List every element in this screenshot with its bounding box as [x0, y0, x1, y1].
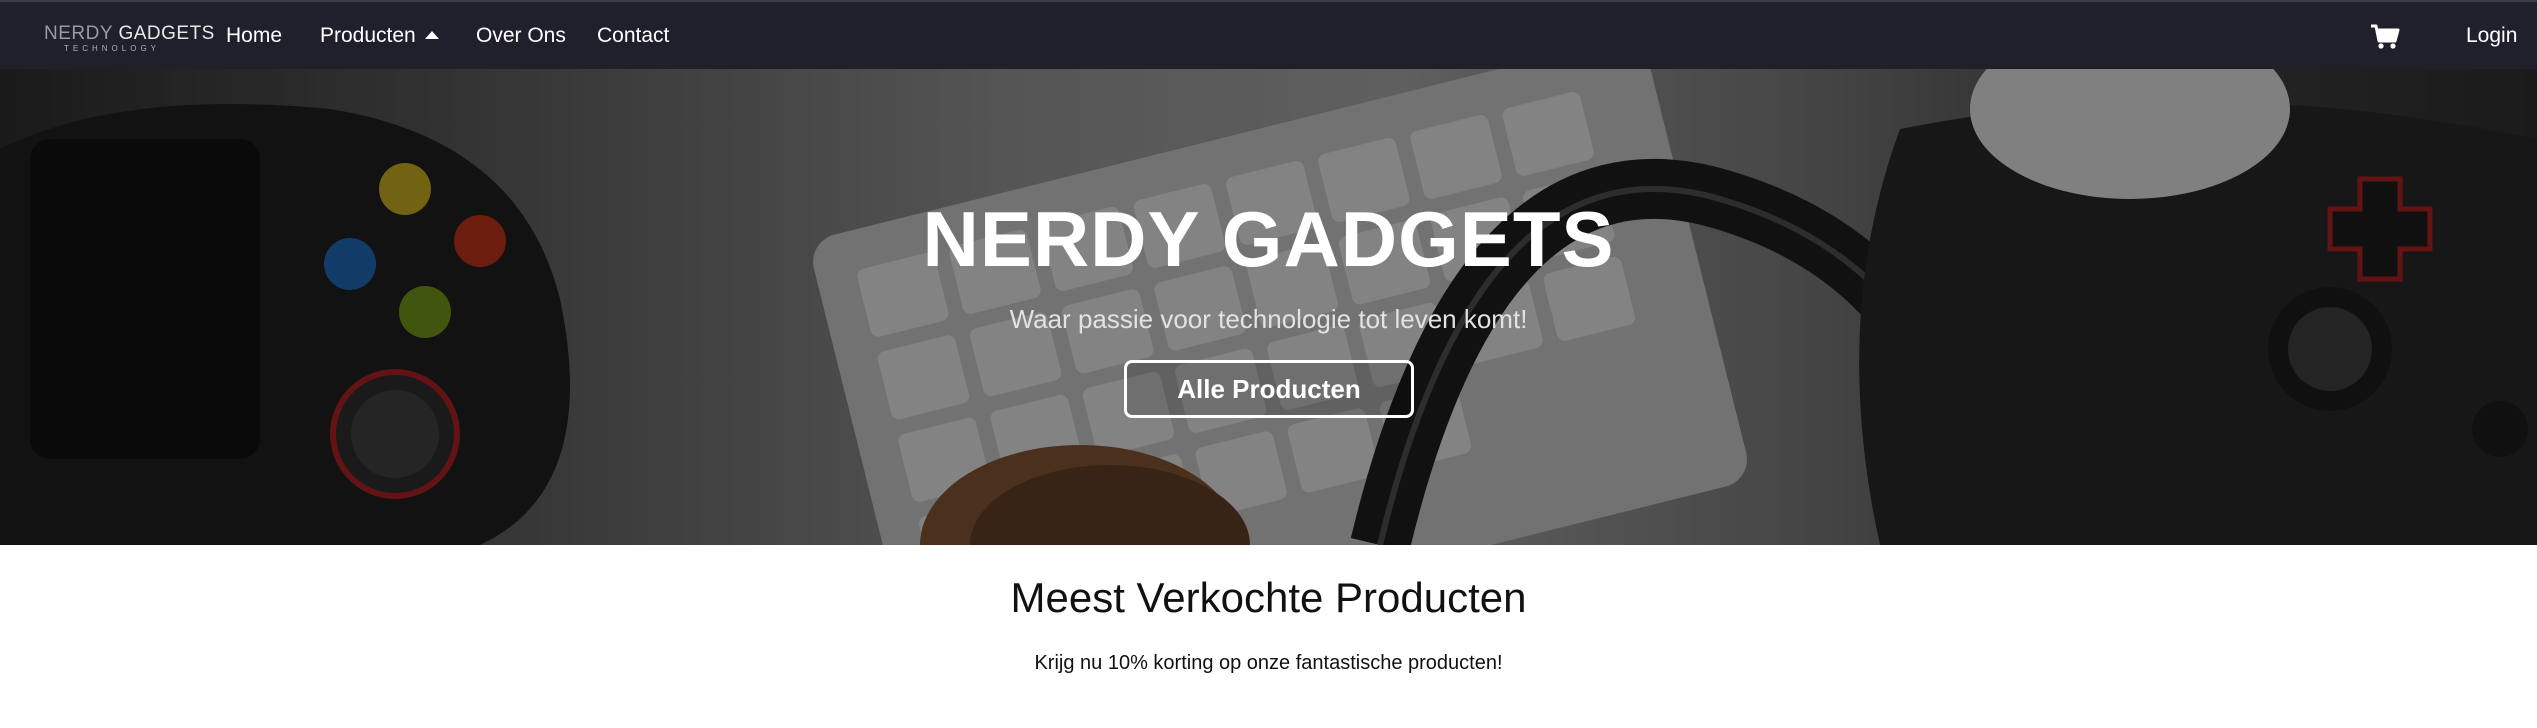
nav-over-ons-link[interactable]: Over Ons	[476, 2, 566, 69]
caret-up-icon	[424, 31, 439, 39]
all-products-button[interactable]: Alle Producten	[1124, 360, 1414, 418]
nav-producten-dropdown[interactable]: Producten	[320, 2, 439, 69]
logo-wordmark: NERDY GADGETS	[44, 23, 215, 44]
hero-banner: NERDY GADGETS Waar passie voor technolog…	[0, 69, 2537, 545]
nav-contact-link[interactable]: Contact	[597, 2, 669, 69]
login-link[interactable]: Login	[2466, 2, 2517, 69]
shopping-cart-icon[interactable]	[2370, 24, 2400, 50]
top-navbar: NERDY GADGETS TECHNOLOGY Home Producten …	[0, 0, 2537, 69]
best-sellers-subtitle: Krijg nu 10% korting op onze fantastisch…	[1034, 652, 1503, 674]
nav-home-link[interactable]: Home	[226, 2, 282, 69]
nav-producten-label: Producten	[320, 24, 416, 47]
best-sellers-heading: Meest Verkochte Producten	[1010, 574, 1527, 621]
brand-logo[interactable]: NERDY GADGETS TECHNOLOGY	[44, 23, 215, 58]
hero-title: NERDY GADGETS	[922, 195, 1615, 283]
hero-subtitle: Waar passie voor technologie tot leven k…	[1009, 304, 1528, 334]
logo-tagline: TECHNOLOGY	[64, 44, 161, 53]
